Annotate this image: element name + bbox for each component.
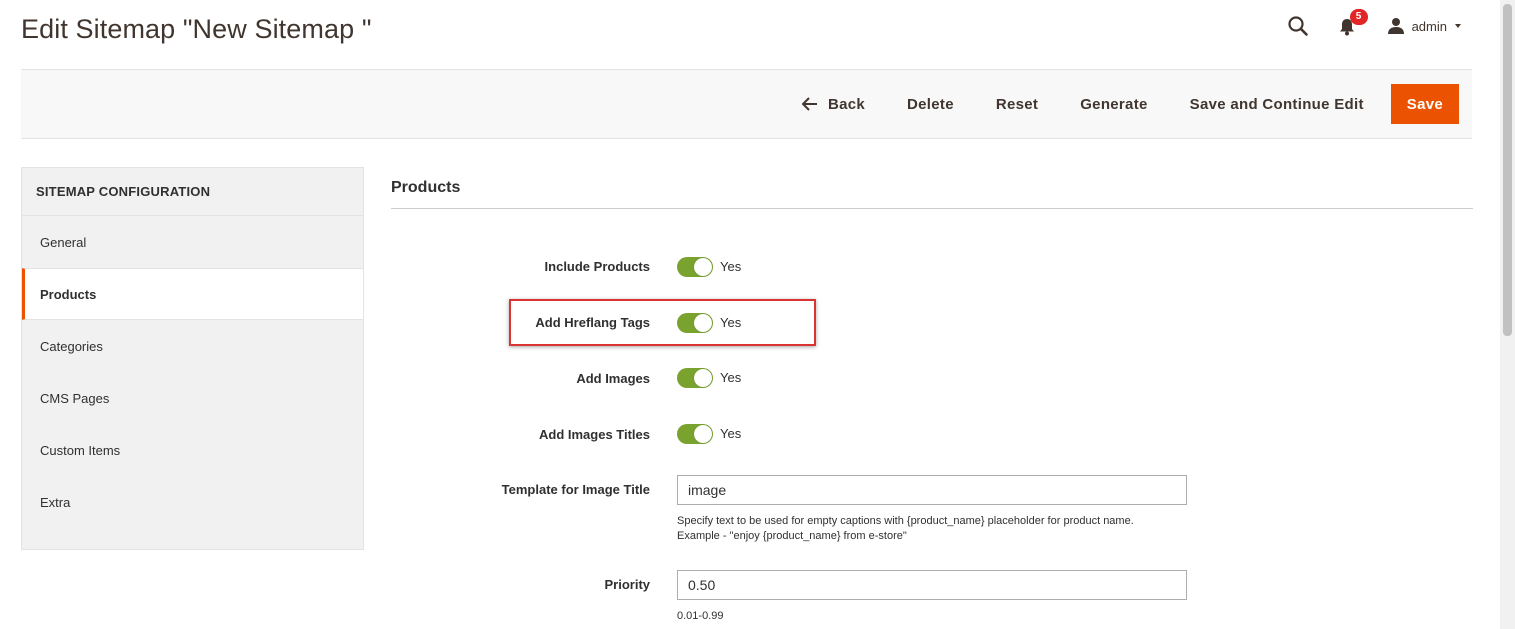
page-title: Edit Sitemap "New Sitemap " [21, 14, 372, 44]
sidebar-item-cms-pages[interactable]: CMS Pages [22, 372, 363, 424]
include-products-value: Yes [720, 259, 742, 274]
page-actions-bar: Back Delete Reset Generate Save and Cont… [21, 69, 1472, 139]
actions-group: Back Delete Reset Generate Save and Cont… [781, 84, 1459, 124]
generate-button[interactable]: Generate [1059, 84, 1168, 124]
add-images-titles-value: Yes [720, 426, 742, 441]
note-line-1: Specify text to be used for empty captio… [677, 515, 1134, 527]
notification-count-badge: 5 [1349, 9, 1368, 25]
image-title-template-note: Specify text to be used for empty captio… [677, 514, 1134, 544]
sidebar-item-products[interactable]: Products [22, 268, 363, 320]
sidebar-item-custom-items[interactable]: Custom Items [22, 424, 363, 476]
note-line-2: Example - "enjoy {product_name} from e-s… [677, 530, 907, 542]
user-menu[interactable]: admin [1387, 17, 1461, 35]
add-images-titles-toggle[interactable] [677, 424, 713, 444]
priority-note: 0.01-0.99 [677, 610, 724, 622]
save-and-continue-button[interactable]: Save and Continue Edit [1169, 84, 1385, 124]
scrollbar-thumb[interactable] [1503, 4, 1512, 336]
highlight-annotation-box [509, 299, 816, 346]
include-products-toggle[interactable] [677, 257, 713, 277]
search-icon[interactable] [1287, 15, 1309, 37]
save-button[interactable]: Save [1390, 84, 1459, 124]
add-images-label: Add Images [576, 371, 650, 386]
back-label: Back [827, 95, 866, 113]
sidebar-item-general[interactable]: General [22, 216, 363, 268]
caret-down-icon [1455, 24, 1461, 28]
add-images-titles-label: Add Images Titles [538, 427, 650, 442]
add-images-value: Yes [720, 370, 742, 385]
image-title-template-label: Template for Image Title [501, 482, 650, 497]
image-title-template-input[interactable] [677, 475, 1187, 505]
sidebar-item-extra[interactable]: Extra [22, 476, 363, 528]
header-actions: 5 admin [1287, 9, 1461, 40]
priority-label: Priority [604, 577, 650, 592]
sitemap-config-sidebar: SITEMAP CONFIGURATION General Products C… [21, 167, 364, 550]
section-divider [391, 208, 1473, 209]
sidebar-item-categories[interactable]: Categories [22, 320, 363, 372]
page-scrollbar[interactable] [1500, 0, 1515, 629]
arrow-left-icon [801, 97, 817, 111]
add-images-toggle[interactable] [677, 368, 713, 388]
priority-input[interactable] [677, 570, 1187, 600]
section-title: Products [391, 179, 461, 196]
notifications-button[interactable]: 5 [1339, 9, 1368, 38]
include-products-label: Include Products [544, 259, 650, 274]
user-name: admin [1411, 18, 1447, 34]
sidebar-heading: SITEMAP CONFIGURATION [22, 168, 363, 216]
back-button[interactable]: Back [781, 84, 886, 124]
user-icon [1387, 18, 1404, 34]
delete-button[interactable]: Delete [886, 84, 975, 124]
reset-button[interactable]: Reset [975, 84, 1059, 124]
